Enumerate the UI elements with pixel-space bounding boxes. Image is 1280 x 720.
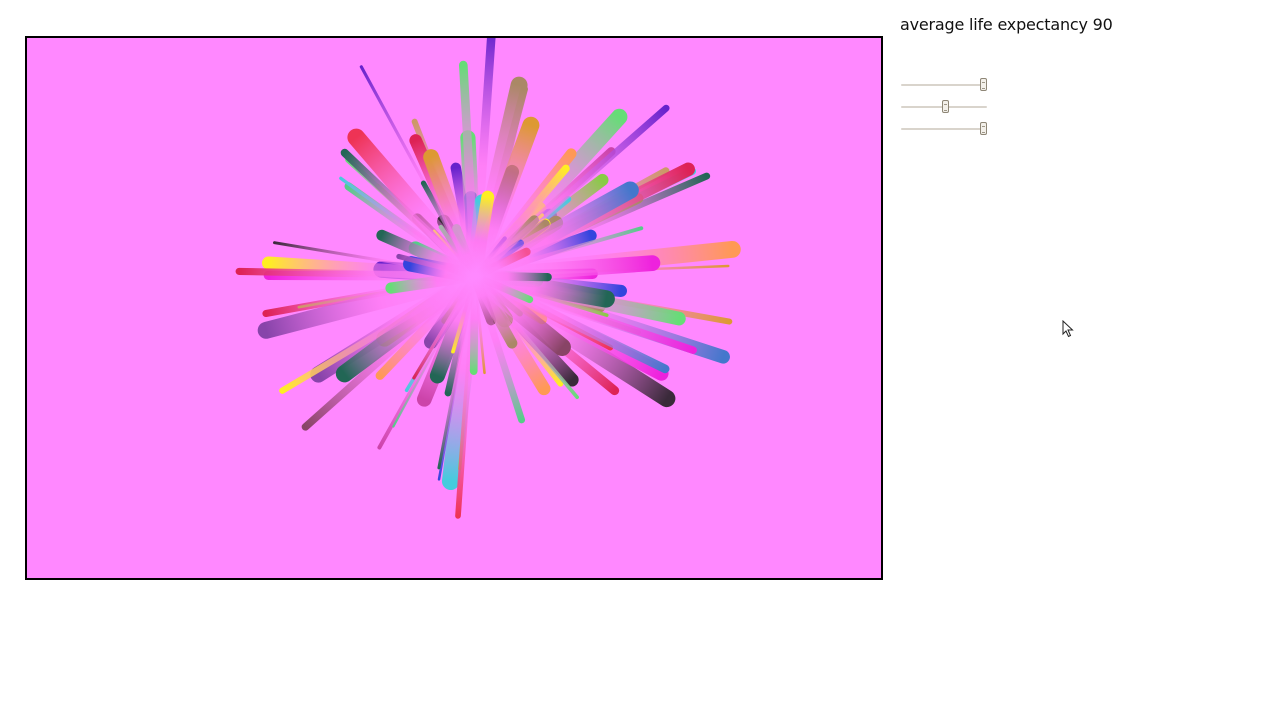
life-expectancy-label: average life expectancy 90 <box>900 15 1113 34</box>
slider-3[interactable] <box>901 122 988 136</box>
slider-thumb[interactable] <box>980 122 988 135</box>
slider-track <box>901 84 987 86</box>
slider-track <box>901 128 987 130</box>
slider-1[interactable] <box>901 78 988 92</box>
slider-2[interactable] <box>901 100 987 114</box>
mouse-pointer-icon <box>1062 320 1074 338</box>
particle-burst <box>235 38 741 519</box>
slider-thumb[interactable] <box>980 78 988 91</box>
particle-canvas[interactable] <box>25 36 883 580</box>
particle-trail <box>469 272 479 375</box>
slider-thumb[interactable] <box>941 100 949 113</box>
